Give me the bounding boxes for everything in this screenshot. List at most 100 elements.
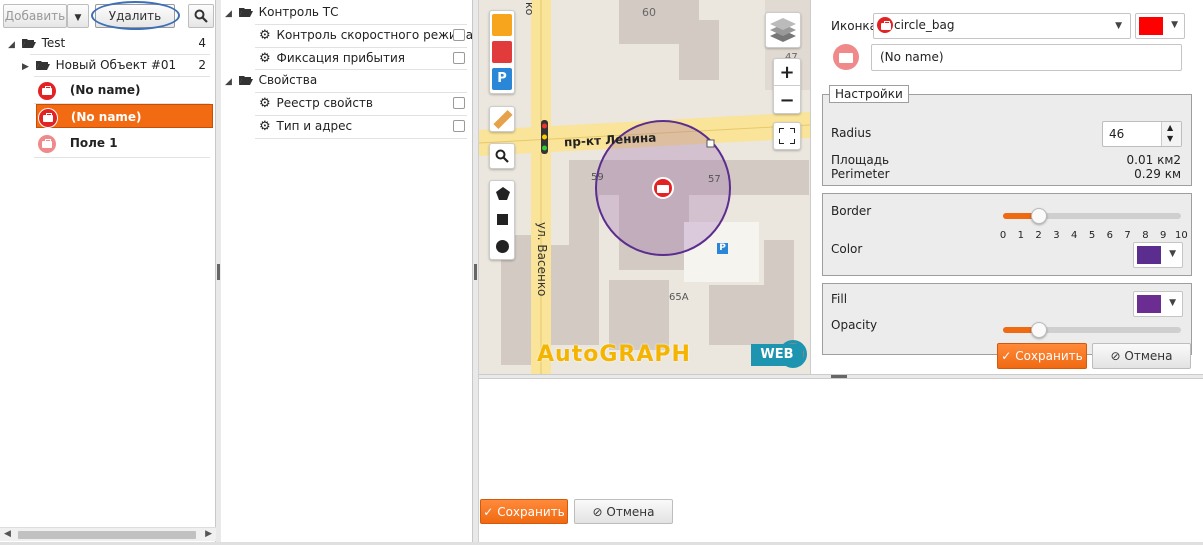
setting-item-registry[interactable]: ⚙ Реестр свойств: [259, 92, 469, 114]
setting-item-arrival[interactable]: ⚙ Фиксация прибытия: [259, 47, 469, 69]
chevron-down-icon: ▼: [1169, 298, 1176, 308]
fullscreen-icon: [778, 127, 796, 145]
poi-tool-icon[interactable]: [492, 41, 512, 63]
setting-item-type-address[interactable]: ⚙ Тип и адрес: [259, 115, 469, 137]
zoom-out-button[interactable]: −: [774, 87, 800, 114]
scroll-left-icon[interactable]: ◀: [4, 529, 11, 539]
house-number: 57: [708, 174, 721, 185]
slider-tick-label: 5: [1088, 230, 1096, 241]
folder-open-icon: [21, 39, 36, 48]
setting-checkbox[interactable]: [453, 52, 465, 64]
bottom-save-button[interactable]: ✓ Сохранить: [480, 499, 568, 524]
house-number: 65А: [669, 292, 689, 303]
map-search-button[interactable]: [489, 143, 515, 169]
tree-root-test[interactable]: ◢ Test 4: [8, 32, 214, 54]
stepper-up-icon[interactable]: ▲: [1167, 123, 1173, 132]
slider-tick-label: 1: [1017, 230, 1024, 241]
slider-thumb[interactable]: [1030, 322, 1047, 338]
cancel-icon: ⊘: [1110, 349, 1121, 363]
scroll-right-icon[interactable]: ▶: [205, 529, 212, 539]
circle-icon[interactable]: [496, 240, 509, 253]
slider-tick-label: 7: [1124, 230, 1131, 241]
opacity-slider[interactable]: [1003, 322, 1181, 338]
tree-root-label: Test: [41, 36, 66, 50]
name-input[interactable]: (No name): [871, 44, 1182, 71]
house-number: 59: [591, 172, 604, 183]
slider-tick-label: 10: [1175, 230, 1188, 241]
layers-icon: [770, 18, 796, 42]
icon-select-value: circle_bag: [894, 18, 955, 32]
parking-tool-icon[interactable]: P: [492, 68, 512, 90]
tree-group-object[interactable]: ▶ Новый Объект #01 2: [22, 54, 214, 76]
folder-open-icon: [35, 61, 50, 70]
horizontal-scrollbar[interactable]: ◀ ▶: [0, 527, 216, 541]
section-label: Свойства: [258, 73, 318, 87]
setting-label: Тип и адрес: [276, 119, 353, 133]
map-canvas[interactable]: [479, 0, 810, 374]
fill-color-picker[interactable]: ▼: [1133, 291, 1183, 317]
cancel-icon: ⊘: [592, 505, 603, 519]
properties-save-button[interactable]: ✓ Сохранить: [997, 343, 1087, 369]
border-box: Border 0 1 2 3 4 5 6 7 8 9 10 Color ▼: [822, 193, 1192, 276]
area-label: Площадь: [831, 153, 890, 167]
setting-item-speed[interactable]: ⚙ Контроль скоростного режима: [259, 24, 473, 46]
expanded-arrow-icon: ◢: [8, 40, 15, 50]
list-item-selected[interactable]: (No name): [36, 104, 213, 128]
properties-cancel-button[interactable]: ⊘ Отмена: [1092, 343, 1191, 369]
icon-color-picker[interactable]: ▼: [1135, 13, 1185, 39]
parking-icon: P: [717, 243, 728, 254]
save-label: Сохранить: [497, 505, 565, 519]
search-button[interactable]: [188, 4, 214, 28]
save-label: Сохранить: [1015, 349, 1083, 363]
street-label: ко: [523, 2, 536, 16]
rectangle-icon[interactable]: [497, 214, 508, 225]
layers-button[interactable]: [765, 12, 801, 48]
radius-input[interactable]: 46 ▲ ▼: [1102, 121, 1182, 147]
delete-button[interactable]: Удалить: [95, 4, 175, 28]
setting-label: Контроль скоростного режима: [276, 28, 474, 42]
slider-tick-label: 8: [1142, 230, 1149, 241]
logo-text: AutoGRAPH: [537, 342, 691, 367]
slider-tick-label: 0: [999, 230, 1007, 241]
icon-select[interactable]: circle_bag ▼: [873, 13, 1131, 39]
chevron-down-icon: ▼: [74, 13, 82, 23]
polygon-icon[interactable]: [496, 187, 510, 200]
tree-group-label: Новый Объект #01: [55, 58, 177, 72]
list-item[interactable]: (No name): [38, 78, 210, 102]
chevron-down-icon: ▼: [1171, 20, 1178, 30]
fullscreen-button[interactable]: [773, 122, 801, 150]
ruler-tool-button[interactable]: [489, 106, 515, 132]
slider-thumb[interactable]: [1030, 208, 1047, 224]
settings-tree-panel: ◢ Контроль ТС ⚙ Контроль скоростного реж…: [221, 0, 473, 545]
gear-icon: ⚙: [259, 28, 271, 43]
setting-checkbox[interactable]: [453, 120, 465, 132]
map-view[interactable]: 60 47 ко пр-кт Ленина 59 57 65А ул. Васе…: [479, 0, 810, 374]
route-tool-icon[interactable]: [492, 14, 512, 36]
stepper-down-icon[interactable]: ▼: [1167, 134, 1173, 143]
color-swatch: [1137, 295, 1161, 313]
list-item[interactable]: Поле 1: [38, 131, 210, 155]
street-label-vasenko: ул. Васенко: [535, 222, 549, 297]
zoom-in-button[interactable]: +: [774, 59, 800, 86]
tree-group-count: 2: [198, 58, 206, 72]
setting-checkbox[interactable]: [453, 29, 465, 41]
add-button[interactable]: Добавить: [3, 4, 67, 28]
slider-tick-label: 6: [1106, 230, 1113, 241]
border-slider[interactable]: [1003, 208, 1181, 224]
section-properties[interactable]: ◢ Свойства: [225, 69, 465, 91]
icon-label: Иконка: [831, 19, 878, 33]
scrollbar-thumb[interactable]: [18, 531, 196, 539]
color-label: Color: [831, 242, 863, 256]
setting-label: Фиксация прибытия: [276, 51, 405, 65]
objects-panel: Добавить ▼ Удалить ◢ Test 4 ▶ Новый Объе…: [0, 0, 216, 545]
gear-icon: ⚙: [259, 119, 271, 134]
bottom-cancel-button[interactable]: ⊘ Отмена: [574, 499, 673, 524]
tree-root-count: 4: [198, 36, 206, 50]
border-label: Border: [831, 204, 872, 218]
radius-stepper[interactable]: ▲ ▼: [1161, 122, 1181, 146]
cancel-label: Отмена: [606, 505, 655, 519]
add-dropdown-button[interactable]: ▼: [67, 4, 89, 28]
section-vehicle-control[interactable]: ◢ Контроль ТС: [225, 1, 465, 23]
setting-checkbox[interactable]: [453, 97, 465, 109]
border-color-picker[interactable]: ▼: [1133, 242, 1183, 268]
